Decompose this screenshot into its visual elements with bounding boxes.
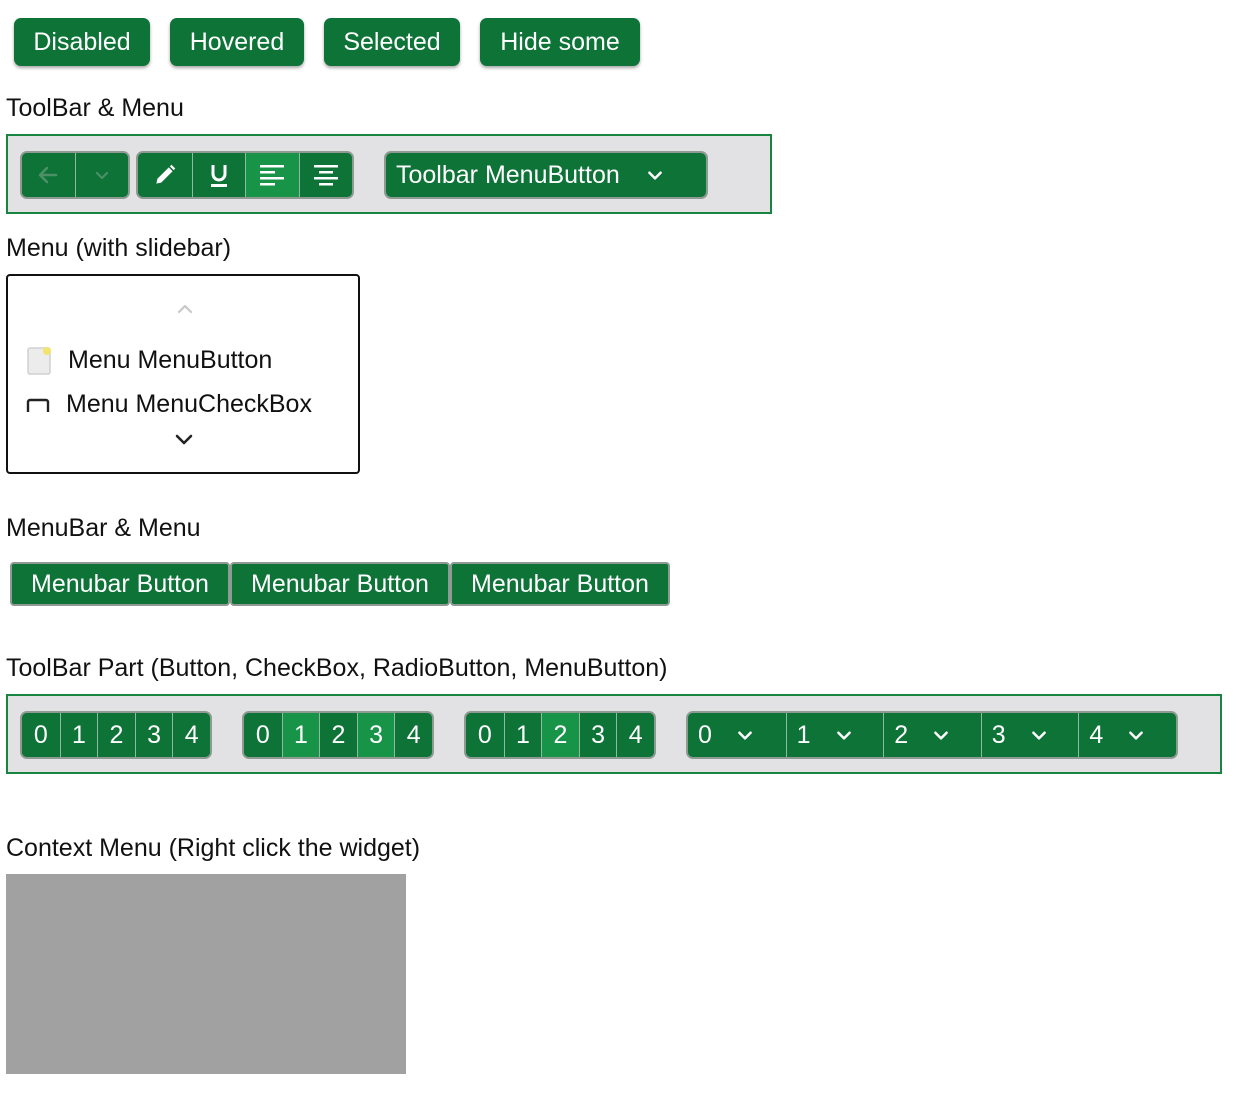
context-section-title: Context Menu (Right click the widget) (6, 834, 421, 862)
underline-button[interactable] (191, 153, 245, 197)
edit-button[interactable] (138, 153, 192, 197)
chevron-down-icon (95, 171, 109, 180)
toolbar-format-group (136, 151, 354, 199)
back-dropdown-button[interactable] (74, 153, 128, 197)
toolbar-checkbox-0[interactable]: 0 (244, 713, 282, 757)
toolbar-radio-group: 0 1 2 3 4 (464, 711, 656, 759)
menu-item-checkbox[interactable]: Menu MenuCheckBox (26, 390, 346, 412)
menubar-button[interactable]: Menubar Button (230, 562, 450, 606)
align-center-icon (313, 165, 338, 186)
toolbar-menubutton-4[interactable]: 4 (1078, 713, 1176, 757)
toolbar-section-title: ToolBar & Menu (6, 94, 184, 122)
menubar-button[interactable]: Menubar Button (10, 562, 230, 606)
toolbar-checkbox-4[interactable]: 4 (394, 713, 432, 757)
context-menu-widget[interactable] (6, 874, 406, 1074)
menubutton-label: 1 (796, 720, 811, 749)
toolbar-nav-group (20, 151, 130, 199)
menubutton-label: 4 (1089, 720, 1104, 749)
toolbar-radio-4[interactable]: 4 (616, 713, 654, 757)
toolbar-menubutton-content: Toolbar MenuButton (386, 153, 706, 197)
toolbar-menubutton[interactable]: Toolbar MenuButton (384, 151, 708, 199)
toolbar-checkbox-2[interactable]: 2 (319, 713, 357, 757)
hovered-button[interactable]: Hovered (170, 18, 304, 66)
arrow-left-icon (39, 166, 58, 184)
pencil-icon (156, 164, 176, 184)
toolbar-menubutton-label: Toolbar MenuButton (396, 160, 620, 189)
align-center-button[interactable] (298, 153, 352, 197)
toolbar-radio-2[interactable]: 2 (541, 713, 579, 757)
chevron-down-icon (836, 731, 851, 740)
chevron-down-icon (1031, 731, 1046, 740)
menubutton-label: 2 (894, 720, 909, 749)
back-button[interactable] (22, 153, 75, 197)
chevron-down-icon (934, 731, 948, 740)
underline-icon (210, 165, 227, 187)
align-left-button[interactable] (245, 153, 299, 197)
toolbar-button-group: 0 1 2 3 4 (20, 711, 212, 759)
document-icon (27, 347, 51, 375)
toolbar-button-4[interactable]: 4 (172, 713, 210, 757)
scrollable-menu: Menu MenuButton Menu MenuCheckBox (6, 274, 360, 474)
toolbar-part-section-title: ToolBar Part (Button, CheckBox, RadioBut… (6, 654, 668, 682)
toolbar-checkbox-1[interactable]: 1 (281, 713, 320, 757)
chevron-down-icon (1129, 731, 1144, 740)
scroll-up-icon[interactable] (176, 302, 194, 316)
menu-item-label: Menu MenuButton (68, 346, 273, 374)
disabled-button[interactable]: Disabled (14, 18, 150, 66)
menubar-section-title: MenuBar & Menu (6, 514, 201, 542)
selected-button[interactable]: Selected (324, 18, 460, 66)
chevron-down-icon (738, 731, 752, 740)
toolbar-radio-1[interactable]: 1 (503, 713, 542, 757)
menu-item-label: Menu MenuCheckBox (66, 390, 312, 412)
toolbar-button-1[interactable]: 1 (59, 713, 98, 757)
menubutton-label: 0 (698, 720, 712, 749)
toolbar-checkbox-3[interactable]: 3 (356, 713, 395, 757)
scroll-down-icon[interactable] (174, 432, 194, 448)
checkbox-icon (26, 398, 50, 412)
toolbar-part: 0 1 2 3 4 0 1 2 3 4 0 1 2 3 4 0 1 2 3 4 (6, 694, 1222, 774)
toolbar-menubutton-3[interactable]: 3 (980, 713, 1079, 757)
hide-some-button[interactable]: Hide some (480, 18, 640, 66)
toolbar-button-0[interactable]: 0 (22, 713, 60, 757)
toolbar-button-3[interactable]: 3 (134, 713, 173, 757)
toolbar-radio-3[interactable]: 3 (578, 713, 617, 757)
toolbar: Toolbar MenuButton (6, 134, 772, 214)
chevron-down-icon (647, 171, 662, 180)
menubar-button[interactable]: Menubar Button (450, 562, 670, 606)
menubutton-label: 3 (991, 720, 1006, 749)
toolbar-button-2[interactable]: 2 (97, 713, 135, 757)
toolbar-menubutton-2[interactable]: 2 (883, 713, 981, 757)
toolbar-checkbox-group: 0 1 2 3 4 (242, 711, 434, 759)
toolbar-menubutton-0[interactable]: 0 (688, 713, 786, 757)
toolbar-menubutton-group: 0 1 2 3 4 (686, 711, 1178, 759)
align-left-icon (260, 165, 285, 186)
toolbar-menubutton-1[interactable]: 1 (785, 713, 884, 757)
menu-item-menubutton[interactable]: Menu MenuButton (26, 346, 346, 376)
toolbar-radio-0[interactable]: 0 (466, 713, 504, 757)
menu-section-title: Menu (with slidebar) (6, 234, 232, 262)
